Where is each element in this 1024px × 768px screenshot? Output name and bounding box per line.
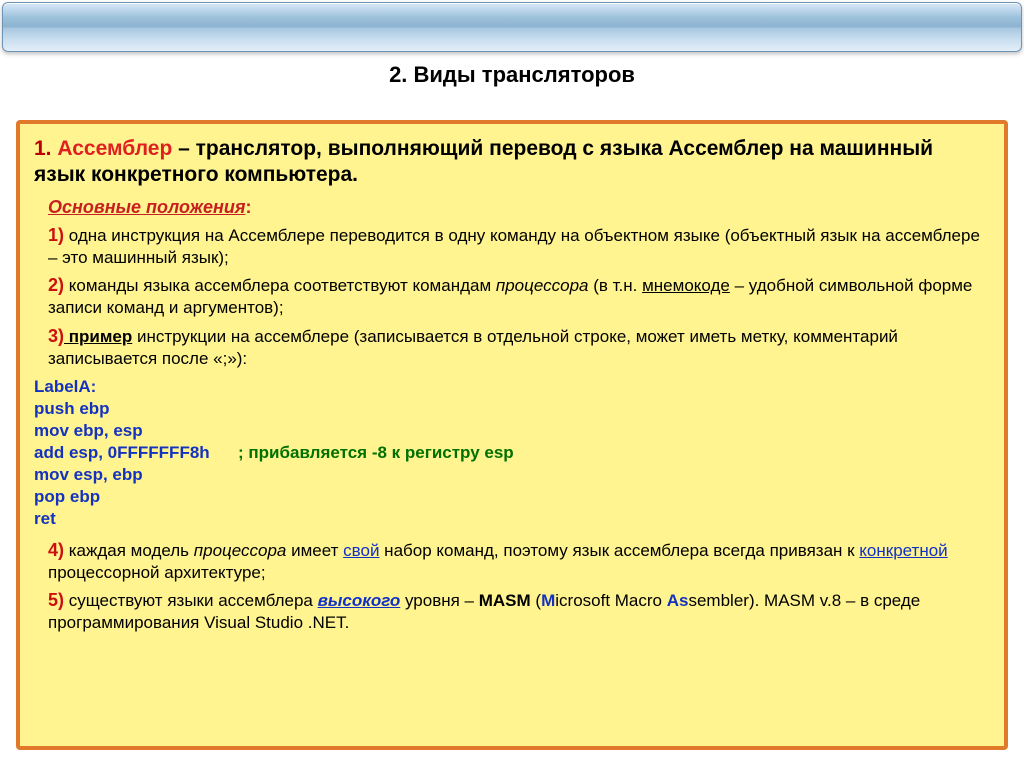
slide-page: 2. Виды трансляторов 1. Ассемблер – тран… <box>0 0 1024 768</box>
code-l3: mov ebp, esp <box>34 421 143 440</box>
code-l7: ret <box>34 509 56 528</box>
item-3-rest: инструкции на ассемблере (записывается в… <box>48 327 898 368</box>
item-4-pre: каждая модель <box>64 541 194 560</box>
item-1-num: 1) <box>48 225 64 245</box>
code-block: LabelA: push ebp mov ebp, esp add esp, 0… <box>34 376 986 531</box>
item-4-num: 4) <box>48 540 64 560</box>
item-2-mid: (в т.н. <box>589 276 643 295</box>
item-1-text: одна инструкция на Ассемблере переводитс… <box>48 226 980 267</box>
section-title: 2. Виды трансляторов <box>0 62 1024 88</box>
item-2: 2) команды языка ассемблера соответствую… <box>48 274 982 319</box>
item-4-link1: свой <box>343 541 379 560</box>
code-l2: push ebp <box>34 399 110 418</box>
item-2-pre: команды языка ассемблера соответствуют к… <box>64 276 496 295</box>
subheading-colon: : <box>245 197 251 217</box>
item-5-num: 5) <box>48 590 64 610</box>
item-5-masm: MASM <box>479 591 531 610</box>
code-l6: pop ebp <box>34 487 100 506</box>
item-1: 1) одна инструкция на Ассемблере перевод… <box>48 224 982 269</box>
item-5-sem: sem <box>688 591 720 610</box>
item-4-mid2: набор команд, поэтому язык ассемблера вс… <box>379 541 859 560</box>
item-5-mid1: уровня – <box>400 591 478 610</box>
item-5-emu: высокого <box>318 591 401 610</box>
item-2-under: мнемокоде <box>642 276 730 295</box>
subheading: Основные положения <box>48 197 245 217</box>
item-5-pre: существуют языки ассемблера <box>64 591 318 610</box>
lead-paragraph: 1. Ассемблер – транслятор, выполняющий п… <box>34 136 986 189</box>
item-3-num: 3) <box>48 326 64 346</box>
code-l4b: ; прибавляется -8 к регистру esp <box>210 443 514 462</box>
item-4-mid1: имеет <box>286 541 343 560</box>
lead-term: Ассемблер <box>57 137 172 160</box>
item-3: 3) пример инструкции на ассемблере (запи… <box>48 325 982 370</box>
code-l1: LabelA: <box>34 377 96 396</box>
item-4-link2: конкретной <box>859 541 947 560</box>
item-5-M: M <box>541 591 555 610</box>
item-5: 5) существуют языки ассемблера высокого … <box>48 589 982 634</box>
item-5-As: As <box>667 591 689 610</box>
item-4: 4) каждая модель процессора имеет свой н… <box>48 539 982 584</box>
code-l5: mov esp, ebp <box>34 465 143 484</box>
item-5-open: ( <box>531 591 541 610</box>
content-box: 1. Ассемблер – транслятор, выполняющий п… <box>16 120 1008 750</box>
item-2-em: процессора <box>496 276 589 295</box>
item-4-post: процессорной архитектуре; <box>48 563 266 582</box>
item-4-em: процессора <box>194 541 287 560</box>
code-l4a: add esp, 0FFFFFFF8h <box>34 443 210 462</box>
subheading-row: Основные положения: <box>34 197 986 218</box>
item-3-primer: пример <box>64 327 132 346</box>
item-2-num: 2) <box>48 275 64 295</box>
lead-number: 1. <box>34 137 57 160</box>
title-bar <box>2 2 1022 52</box>
item-5-icrosoft: icrosoft Macro <box>555 591 666 610</box>
